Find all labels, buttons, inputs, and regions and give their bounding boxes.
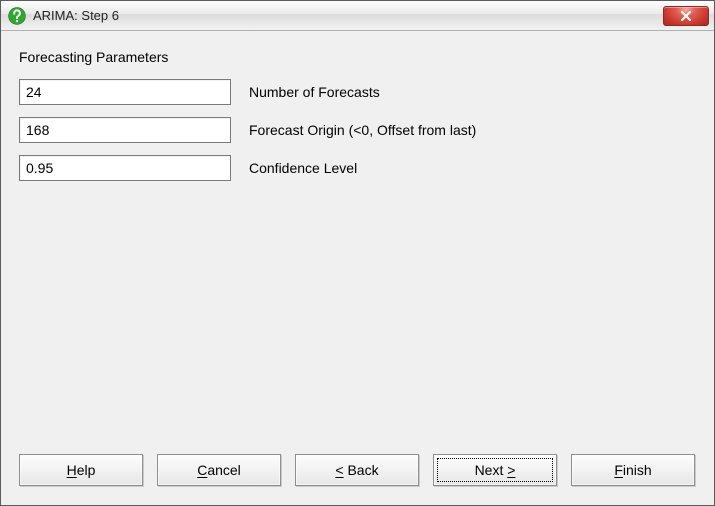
finish-button[interactable]: Finish bbox=[571, 454, 695, 486]
form-rows: Number of Forecasts Forecast Origin (<0,… bbox=[19, 79, 696, 181]
row-confidence-level: Confidence Level bbox=[19, 155, 696, 181]
help-button[interactable]: Help bbox=[19, 454, 143, 486]
forecast-origin-input[interactable] bbox=[19, 117, 231, 143]
confidence-level-label: Confidence Level bbox=[249, 160, 357, 176]
row-forecast-origin: Forecast Origin (<0, Offset from last) bbox=[19, 117, 696, 143]
close-button[interactable] bbox=[663, 6, 709, 26]
num-forecasts-label: Number of Forecasts bbox=[249, 84, 380, 100]
titlebar: ARIMA: Step 6 bbox=[1, 1, 714, 31]
confidence-level-input[interactable] bbox=[19, 155, 231, 181]
dialog-window: ARIMA: Step 6 Forecasting Parameters Num… bbox=[0, 0, 715, 506]
cancel-button[interactable]: Cancel bbox=[157, 454, 281, 486]
button-bar: Help Cancel < Back Next > Finish bbox=[1, 449, 714, 505]
section-title: Forecasting Parameters bbox=[19, 49, 696, 65]
num-forecasts-input[interactable] bbox=[19, 79, 231, 105]
close-icon bbox=[680, 11, 692, 21]
row-num-forecasts: Number of Forecasts bbox=[19, 79, 696, 105]
forecast-origin-label: Forecast Origin (<0, Offset from last) bbox=[249, 122, 476, 138]
back-button[interactable]: < Back bbox=[295, 454, 419, 486]
help-icon bbox=[7, 6, 27, 26]
next-button[interactable]: Next > bbox=[433, 454, 557, 486]
window-title: ARIMA: Step 6 bbox=[33, 8, 663, 23]
dialog-content: Forecasting Parameters Number of Forecas… bbox=[1, 31, 714, 449]
